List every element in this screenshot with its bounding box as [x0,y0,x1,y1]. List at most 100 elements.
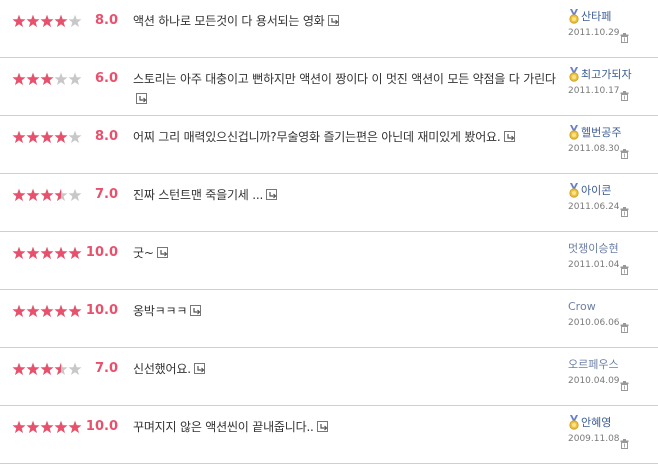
star-icon [54,420,68,433]
trash-icon[interactable] [620,434,629,449]
star-icon [40,304,54,317]
star-icon [12,188,26,201]
score-value: 6.0 [94,71,118,86]
star-icon [40,72,54,85]
review-date: 2011.06.24 [568,202,620,212]
medal-icon [568,67,580,87]
star-icon [12,72,26,85]
review-date: 2010.04.09 [568,376,620,386]
star-icon [40,130,54,143]
star-icon [26,188,40,201]
review-comment: 액션 하나로 모든것이 다 용서되는 영화 [133,11,561,31]
star-icon [26,304,40,317]
review-text: 진짜 스턴트맨 죽을기세 ... [133,188,264,202]
author-block: 헬번공주 [568,125,621,141]
star-icon [40,362,54,375]
review-row: 6.0 스토리는 아주 대충이고 뻔하지만 액션이 짱이다 이 멋진 액션이 모든… [0,58,658,116]
author-name-link[interactable]: 안혜영 [581,416,611,429]
review-comment: 스토리는 아주 대충이고 뻔하지만 액션이 짱이다 이 멋진 액션이 모든 약점… [133,69,561,109]
score-value: 10.0 [85,303,118,318]
star-rating [12,420,82,434]
medal-icon [568,125,580,145]
star-icon [54,14,68,27]
reply-arrow-icon[interactable] [316,421,328,432]
review-date: 2011.10.29 [568,28,620,38]
trash-icon[interactable] [620,376,629,391]
score-value: 7.0 [94,361,118,376]
reply-arrow-icon[interactable] [327,15,339,26]
author-name-link[interactable]: 최고가되자 [581,68,632,81]
star-icon [54,130,68,143]
review-row: 8.0 액션 하나로 모든것이 다 용서되는 영화 산타페 2011.10.29 [0,0,658,58]
score-value: 8.0 [94,129,118,144]
review-comment: 신선했어요. [133,359,561,379]
review-row: 8.0 어찌 그리 매력있으신겁니까?무술영화 즐기는편은 아닌데 재미있게 봤어… [0,116,658,174]
score-value: 10.0 [85,245,118,260]
star-icon [26,362,40,375]
star-icon [12,246,26,259]
reply-arrow-icon[interactable] [266,189,278,200]
reply-arrow-icon[interactable] [136,93,147,104]
trash-icon[interactable] [620,260,629,275]
trash-icon[interactable] [620,28,629,43]
author-name-link[interactable]: 산타페 [581,10,611,23]
star-icon [26,72,40,85]
review-comment: 어찌 그리 매력있으신겁니까?무술영화 즐기는편은 아닌데 재미있게 봤어요. [133,127,561,147]
review-date: 2010.06.06 [568,318,620,328]
review-row: 7.0 진짜 스턴트맨 죽을기세 ... 아이콘 2011.06.24 [0,174,658,232]
review-text: 옹박ㅋㅋㅋ [133,304,188,318]
star-rating [12,130,82,144]
trash-icon[interactable] [620,202,629,217]
review-comment: 옹박ㅋㅋㅋ [133,301,561,321]
review-text: 액션 하나로 모든것이 다 용서되는 영화 [133,14,325,28]
star-icon [12,362,26,375]
author-block: 아이콘 [568,183,611,199]
star-icon [54,72,68,85]
reply-arrow-icon[interactable] [193,363,205,374]
review-row: 10.0 꾸며지지 않은 액션씬이 끝내줍니다.. 안혜영 2009.11.08 [0,406,658,464]
author-block: 최고가되자 [568,67,632,83]
star-rating [12,14,82,28]
score-value: 10.0 [85,419,118,434]
review-date: 2011.08.30 [568,144,620,154]
star-rating [12,304,82,318]
medal-icon [568,9,580,29]
trash-icon[interactable] [620,86,629,101]
author-block: 안혜영 [568,415,611,431]
score-value: 8.0 [94,13,118,28]
medal-icon [568,415,580,435]
author-block: 오르페우스 [568,357,619,373]
review-text: 굿~ [133,246,154,260]
reply-arrow-icon[interactable] [156,247,168,258]
review-text: 꾸며지지 않은 액션씬이 끝내줍니다.. [133,420,314,434]
author-name-link[interactable]: 오르페우스 [568,358,619,371]
author-name-link[interactable]: 헬번공주 [581,126,621,139]
review-text: 어찌 그리 매력있으신겁니까?무술영화 즐기는편은 아닌데 재미있게 봤어요. [133,130,501,144]
review-text: 스토리는 아주 대충이고 뻔하지만 액션이 짱이다 이 멋진 액션이 모든 약점… [133,72,556,86]
author-block: Crow [568,299,596,315]
trash-icon[interactable] [620,144,629,159]
author-block: 멋쟁이승현 [568,241,619,257]
trash-icon[interactable] [620,318,629,333]
author-name-link[interactable]: 멋쟁이승현 [568,242,619,255]
star-icon [12,130,26,143]
star-icon [54,304,68,317]
review-date: 2011.01.04 [568,260,620,270]
star-icon [40,246,54,259]
review-row: 7.0 신선했어요. 오르페우스 2010.04.09 [0,348,658,406]
star-icon [26,14,40,27]
star-icon [12,14,26,27]
star-icon [40,420,54,433]
star-icon [12,420,26,433]
medal-icon [568,183,580,203]
reply-arrow-icon[interactable] [190,305,202,316]
review-comment: 진짜 스턴트맨 죽을기세 ... [133,185,561,205]
author-name-link[interactable]: 아이콘 [581,184,611,197]
author-block: 산타페 [568,9,611,25]
author-name-link[interactable]: Crow [568,300,596,313]
reply-arrow-icon[interactable] [503,131,515,142]
star-rating [12,188,82,202]
star-icon [40,14,54,27]
star-rating [12,246,82,260]
review-date: 2009.11.08 [568,434,620,444]
